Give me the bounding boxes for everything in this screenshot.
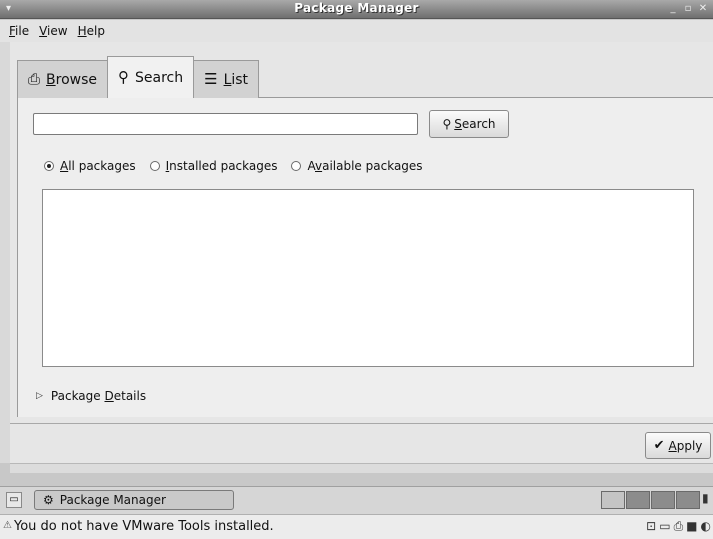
package-details-label: Package Details bbox=[50, 389, 147, 403]
browse-icon: ⎙ bbox=[28, 70, 41, 88]
radio-all-packages-label: All packages bbox=[60, 159, 136, 173]
radio-all-packages[interactable]: All packages bbox=[44, 159, 136, 173]
sound-icon[interactable]: ◐ bbox=[701, 519, 711, 534]
package-details-expander[interactable]: ▷ Package Details bbox=[36, 389, 146, 403]
radio-indicator[interactable] bbox=[44, 161, 54, 171]
apply-button-label: Apply bbox=[668, 438, 703, 453]
list-icon: ☰ bbox=[204, 70, 218, 88]
radio-installed-packages[interactable]: Installed packages bbox=[149, 159, 278, 173]
magnifier-icon: ⚲ bbox=[118, 68, 129, 86]
workspace-1[interactable] bbox=[601, 491, 625, 509]
network-icon[interactable]: ⊡ bbox=[646, 519, 656, 534]
tab-browse-label: Browse bbox=[46, 71, 97, 88]
workspace-switcher bbox=[601, 491, 701, 509]
menu-view[interactable]: View bbox=[34, 24, 72, 38]
status-bar: ⚠ You do not have VMware Tools installed… bbox=[0, 514, 713, 539]
tab-list[interactable]: ☰ List bbox=[193, 60, 260, 98]
workspace-4[interactable] bbox=[676, 491, 700, 509]
search-input[interactable] bbox=[33, 113, 418, 135]
printer-icon[interactable]: ⎙ bbox=[674, 519, 684, 534]
radio-available-packages[interactable]: Available packages bbox=[291, 159, 423, 173]
radio-available-packages-label: Available packages bbox=[307, 159, 423, 173]
maximize-icon[interactable]: ▫ bbox=[682, 3, 694, 15]
tab-search[interactable]: ⚲ Search bbox=[107, 56, 195, 98]
window-title: Package Manager bbox=[294, 1, 419, 15]
radio-indicator[interactable] bbox=[149, 161, 160, 171]
package-manager-icon: ⚙ bbox=[43, 493, 54, 507]
display-icon[interactable]: ■ bbox=[686, 519, 697, 534]
results-list[interactable] bbox=[42, 189, 694, 367]
taskbar-window-label: Package Manager bbox=[59, 493, 166, 507]
radio-indicator[interactable] bbox=[291, 161, 302, 171]
window-controls: _ ▫ ✕ bbox=[667, 3, 709, 15]
device-icon[interactable]: ▭ bbox=[659, 519, 670, 534]
show-desktop-icon[interactable]: ▭ bbox=[6, 492, 22, 508]
system-tray: ⊡ ▭ ⎙ ■ ◐ bbox=[646, 519, 711, 534]
close-icon[interactable]: ✕ bbox=[697, 3, 709, 15]
radio-installed-packages-label: Installed packages bbox=[165, 159, 278, 173]
search-button[interactable]: ⚲ Search bbox=[429, 110, 509, 138]
status-message: You do not have VMware Tools installed. bbox=[14, 519, 274, 534]
minimize-icon[interactable]: _ bbox=[667, 3, 679, 15]
menu-file[interactable]: File bbox=[4, 24, 34, 38]
workspace-3[interactable] bbox=[651, 491, 675, 509]
search-icon: ⚲ bbox=[442, 117, 452, 131]
taskbar: ▭ ⚙ Package Manager ▮ bbox=[0, 486, 713, 514]
taskbar-window-button[interactable]: ⚙ Package Manager bbox=[34, 490, 234, 510]
menu-bar: File View Help bbox=[0, 20, 713, 42]
package-filter: All packages Installed packages Availabl… bbox=[44, 159, 437, 173]
trash-icon[interactable]: ▮ bbox=[702, 491, 709, 505]
checkmark-icon: ✔ bbox=[653, 438, 665, 453]
tab-search-label: Search bbox=[135, 69, 184, 86]
menu-help[interactable]: Help bbox=[73, 24, 110, 38]
tab-browse[interactable]: ⎙ Browse bbox=[17, 60, 108, 98]
tab-list-label: List bbox=[223, 71, 249, 88]
tab-strip: ⎙ Browse ⚲ Search ☰ List bbox=[17, 56, 260, 98]
divider bbox=[10, 423, 713, 424]
window-bottom-edge bbox=[10, 463, 713, 473]
search-button-label: Search bbox=[454, 117, 496, 131]
title-bar: ▾ Package Manager _ ▫ ✕ bbox=[0, 0, 713, 19]
expander-arrow-icon: ▷ bbox=[36, 391, 43, 401]
workspace-2[interactable] bbox=[626, 491, 650, 509]
warning-icon: ⚠ bbox=[3, 520, 12, 531]
apply-button[interactable]: ✔ Apply bbox=[645, 432, 711, 459]
